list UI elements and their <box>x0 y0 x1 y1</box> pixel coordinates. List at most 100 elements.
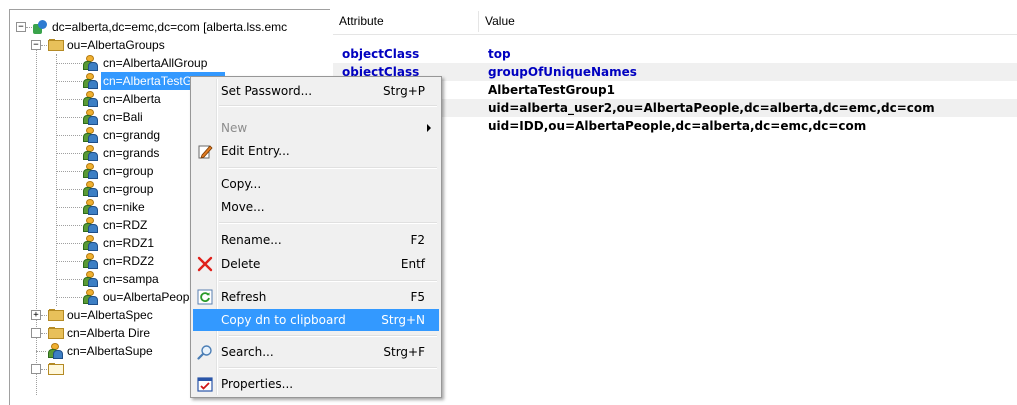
menu-item-label: Edit Entry... <box>221 144 290 158</box>
menu-item-set-password[interactable]: Set Password... Strg+P <box>193 80 439 102</box>
menu-item-delete[interactable]: Delete Entf <box>193 253 439 275</box>
menu-item-label: Delete <box>221 257 261 271</box>
tree-item-label: cn=RDZ <box>103 218 148 232</box>
menu-item-edit-entry[interactable]: Edit Entry... <box>193 140 439 162</box>
expand-toggle[interactable] <box>31 328 41 338</box>
group-icon <box>82 199 98 215</box>
tree-item-label: ou=AlbertaGroups <box>67 38 165 52</box>
menu-item-copy[interactable]: Copy... <box>193 173 439 195</box>
menu-item-new[interactable]: New <box>193 117 439 139</box>
tree-guide-line <box>36 351 46 352</box>
search-icon <box>197 344 213 360</box>
server-icon <box>32 19 48 35</box>
attribute-value: AlbertaTestGroup1 <box>488 83 615 97</box>
group-icon <box>82 109 98 125</box>
tree-item-label: dc=alberta,dc=emc,dc=com [alberta.lss.em… <box>52 20 288 34</box>
menu-item-label: New <box>221 121 248 135</box>
group-icon <box>47 343 63 359</box>
group-icon <box>82 91 98 107</box>
tree-guide-line <box>56 207 82 208</box>
expand-toggle[interactable] <box>31 364 41 374</box>
group-icon <box>82 55 98 71</box>
tree-item-label: cn=RDZ1 <box>103 236 155 250</box>
menu-item-label: Rename... <box>221 233 282 247</box>
tree-guide-line <box>41 369 47 370</box>
folder-icon <box>48 39 64 51</box>
group-icon <box>82 217 98 233</box>
group-icon <box>82 181 98 197</box>
folder-icon <box>48 309 64 321</box>
attribute-value: top <box>488 47 511 61</box>
menu-item-label: Move... <box>221 200 265 214</box>
tree-item-root[interactable]: − dc=alberta,dc=emc,dc=com [alberta.lss.… <box>10 18 330 36</box>
tree-item-label: ou=AlbertaPeop <box>103 290 190 304</box>
tree-guide-line <box>41 45 47 46</box>
tree-guide-line <box>56 261 82 262</box>
tree-item-label: cn=Alberta Dire <box>67 326 151 340</box>
menu-separator <box>219 280 437 282</box>
group-icon <box>82 271 98 287</box>
column-header-value[interactable]: Value <box>479 9 885 34</box>
group-icon <box>82 127 98 143</box>
tree-guide-line <box>56 117 82 118</box>
tree-item-group[interactable]: cn=AlbertaAllGroup <box>10 54 330 72</box>
menu-item-label: Refresh <box>221 290 267 304</box>
menu-item-rename[interactable]: Rename... F2 <box>193 229 439 251</box>
attribute-value: groupOfUniqueNames <box>488 65 637 79</box>
attribute-value: uid=IDD,ou=AlbertaPeople,dc=alberta,dc=e… <box>488 119 867 133</box>
tree-item-label: cn=Alberta <box>103 92 161 106</box>
tree-guide-line <box>56 171 82 172</box>
edit-icon <box>197 143 213 159</box>
attribute-name: objectClass <box>342 47 420 61</box>
tree-item-albertagroups[interactable]: − ou=AlbertaGroups <box>10 36 330 54</box>
folder-icon <box>48 327 64 339</box>
submenu-arrow-icon <box>427 124 431 132</box>
tree-item-label: cn=AlbertaAllGroup <box>103 56 208 70</box>
menu-item-move[interactable]: Move... <box>193 196 439 218</box>
tree-guide-line <box>56 81 82 82</box>
attribute-list-header: Attribute Value <box>333 9 1017 35</box>
collapse-toggle[interactable]: − <box>16 22 26 32</box>
expand-toggle[interactable]: + <box>31 310 41 320</box>
menu-item-label: Copy dn to clipboard <box>221 313 346 327</box>
group-icon <box>82 163 98 179</box>
menu-separator <box>219 105 437 107</box>
tree-guide-line <box>56 225 82 226</box>
attribute-value: uid=alberta_user2,ou=AlbertaPeople,dc=al… <box>488 101 935 115</box>
tree-guide-line <box>56 297 82 298</box>
menu-item-shortcut: Entf <box>400 257 425 271</box>
folder-icon <box>48 363 64 375</box>
refresh-icon <box>197 289 213 305</box>
collapse-toggle[interactable]: − <box>31 40 41 50</box>
menu-item-shortcut: Strg+F <box>383 345 425 359</box>
tree-guide-line <box>56 189 82 190</box>
group-icon <box>82 73 98 89</box>
tree-guide-line <box>56 279 82 280</box>
tree-item-label: cn=RDZ2 <box>103 254 155 268</box>
tree-item-label: cn=nike <box>103 200 145 214</box>
menu-separator <box>219 367 437 369</box>
column-header-attribute[interactable]: Attribute <box>333 9 479 34</box>
delete-icon <box>197 256 213 272</box>
group-icon <box>82 289 98 305</box>
menu-item-refresh[interactable]: Refresh F5 <box>193 286 439 308</box>
tree-item-label: cn=sampa <box>103 272 159 286</box>
menu-item-copy-dn[interactable]: Copy dn to clipboard Strg+N <box>193 309 439 331</box>
menu-item-properties[interactable]: Properties... <box>193 373 439 395</box>
tree-item-label: cn=Bali <box>103 110 143 124</box>
properties-icon <box>197 376 213 392</box>
menu-item-shortcut: Strg+N <box>381 313 425 327</box>
tree-guide-line <box>56 99 82 100</box>
group-icon <box>82 145 98 161</box>
group-icon <box>82 253 98 269</box>
tree-guide-line <box>41 333 47 334</box>
menu-item-search[interactable]: Search... Strg+F <box>193 341 439 363</box>
attribute-row[interactable]: objectClass top <box>333 45 1017 63</box>
tree-item-label: cn=group <box>103 182 154 196</box>
menu-separator <box>219 335 437 337</box>
tree-item-label: ou=AlbertaSpec <box>67 308 153 322</box>
tree-guide-line <box>56 243 82 244</box>
menu-item-shortcut: Strg+P <box>383 84 425 98</box>
menu-item-shortcut: F2 <box>410 233 425 247</box>
context-menu: Set Password... Strg+P New Edit Entry...… <box>190 76 442 398</box>
